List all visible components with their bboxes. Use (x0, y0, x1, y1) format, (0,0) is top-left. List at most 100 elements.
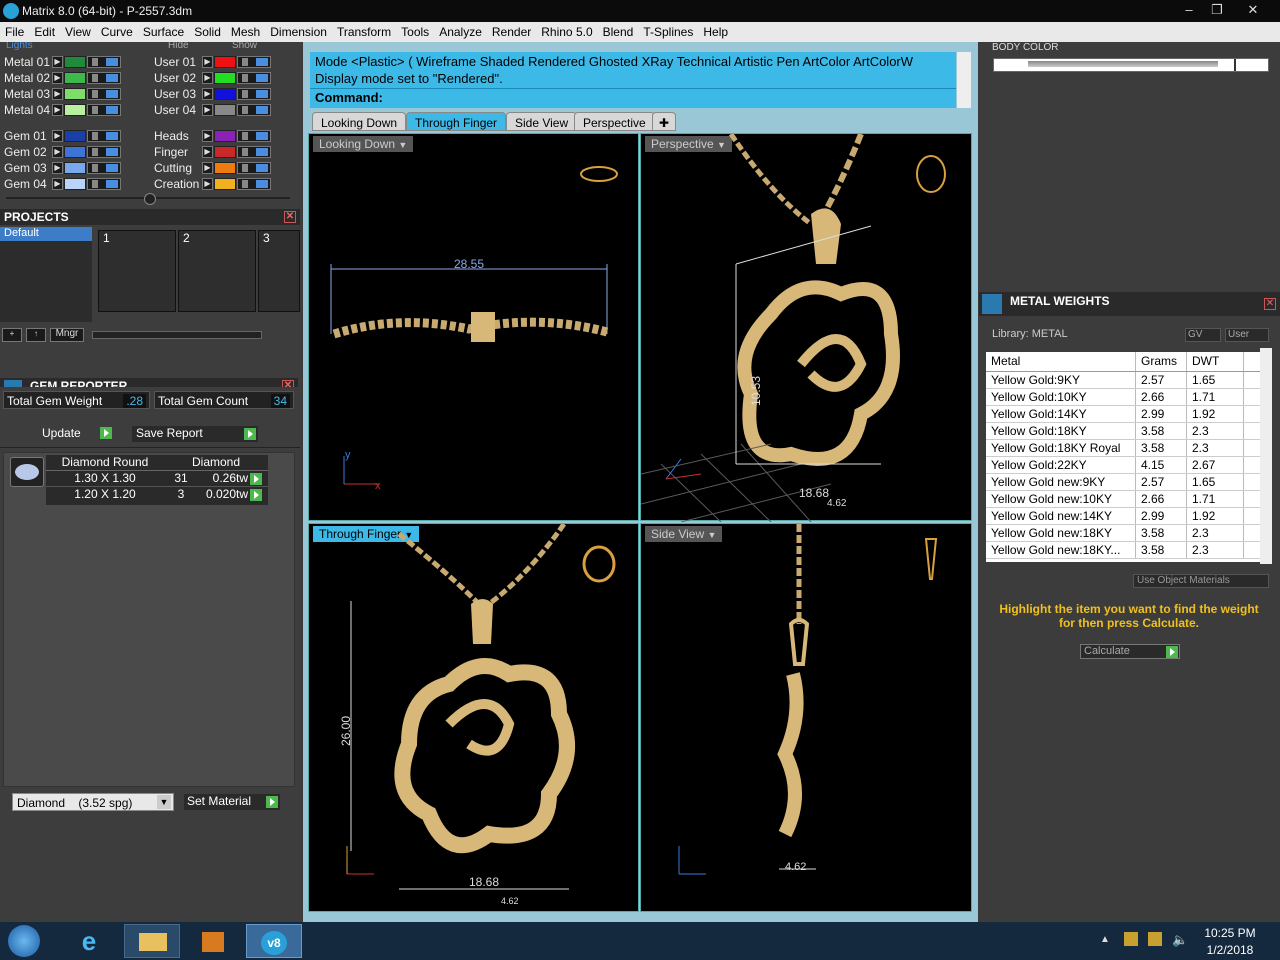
viewport-through-finger[interactable]: Through Finger ▼ 26.00 18.68 4.62 (308, 523, 639, 912)
menu-transform[interactable]: Transform (332, 22, 396, 39)
layer-row[interactable]: Gem 01 ▶ (0, 128, 148, 144)
expand-arrow-icon[interactable]: ▶ (202, 72, 213, 84)
table-row[interactable]: Yellow Gold:18KY Royal 3.58 2.3 (986, 440, 1260, 457)
layer-color-swatch[interactable] (64, 178, 86, 190)
expand-arrow-icon[interactable]: ▶ (52, 72, 63, 84)
menu-view[interactable]: View (60, 22, 96, 39)
table-row[interactable]: Yellow Gold new:9KY 2.57 1.65 (986, 474, 1260, 491)
project-slot-2[interactable]: 2 (178, 230, 256, 312)
table-row[interactable]: Yellow Gold:14KY 2.99 1.92 (986, 406, 1260, 423)
menu-dimension[interactable]: Dimension (265, 22, 332, 39)
volume-icon[interactable]: 🔈 (1172, 932, 1188, 948)
gem-row[interactable]: 1.30 X 1.30 31 0.26tw (46, 471, 268, 487)
layer-row[interactable]: Heads ▶ (150, 128, 298, 144)
menu-edit[interactable]: Edit (29, 22, 60, 39)
layer-toggle[interactable] (237, 72, 271, 84)
menu-analyze[interactable]: Analyze (434, 22, 487, 39)
project-scrollbar[interactable] (92, 331, 262, 339)
layer-toggle[interactable] (87, 72, 121, 84)
layer-color-swatch[interactable] (214, 130, 236, 142)
close-icon[interactable]: ✕ (284, 211, 296, 223)
minimize-icon[interactable]: – (1174, 0, 1204, 20)
close-icon[interactable]: ✕ (1264, 298, 1276, 310)
layer-row[interactable]: Metal 02 ▶ (0, 70, 148, 86)
flag-icon[interactable] (1124, 932, 1138, 946)
start-icon[interactable] (8, 925, 40, 957)
layer-color-swatch[interactable] (214, 56, 236, 68)
command-scrollbar[interactable] (957, 52, 971, 108)
layer-row[interactable]: Gem 02 ▶ (0, 144, 148, 160)
expand-arrow-icon[interactable]: ▶ (52, 130, 63, 142)
table-row[interactable]: Yellow Gold new:10KY 2.66 1.71 (986, 491, 1260, 508)
menu-tsplines[interactable]: T-Splines (638, 22, 698, 39)
layer-row[interactable]: Metal 03 ▶ (0, 86, 148, 102)
layer-toggle[interactable] (237, 88, 271, 100)
menu-rhino[interactable]: Rhino 5.0 (536, 22, 597, 39)
table-row[interactable]: Yellow Gold:18KY 3.58 2.3 (986, 423, 1260, 440)
show-label[interactable]: Show (232, 42, 257, 51)
layer-row[interactable]: Metal 04 ▶ (0, 102, 148, 118)
layer-toggle[interactable] (237, 130, 271, 142)
layer-toggle[interactable] (87, 146, 121, 158)
layer-row[interactable]: User 02 ▶ (150, 70, 298, 86)
layer-color-swatch[interactable] (214, 178, 236, 190)
layer-toggle[interactable] (87, 104, 121, 116)
play-icon[interactable] (250, 489, 262, 501)
layer-color-swatch[interactable] (214, 72, 236, 84)
layer-color-swatch[interactable] (64, 72, 86, 84)
layer-toggle[interactable] (87, 88, 121, 100)
up-arrow-icon[interactable]: ↑ (26, 328, 46, 342)
expand-arrow-icon[interactable]: ▶ (52, 56, 63, 68)
menu-render[interactable]: Render (487, 22, 536, 39)
viewport-side-view[interactable]: Side View ▼ 4.62 (640, 523, 972, 912)
gv-toggle[interactable]: GV (1185, 328, 1221, 342)
layer-row[interactable]: Gem 03 ▶ (0, 160, 148, 176)
table-row[interactable]: Yellow Gold new:18KY... 3.58 2.3 (986, 542, 1260, 559)
expand-arrow-icon[interactable]: ▶ (202, 104, 213, 116)
ie-icon[interactable]: e (72, 926, 106, 956)
material-select[interactable]: Diamond (3.52 spg) ▼ (12, 793, 174, 811)
table-row[interactable]: Yellow Gold new:18KY 3.58 2.3 (986, 525, 1260, 542)
matrix-taskbar-icon[interactable]: v8 (246, 924, 302, 958)
layer-color-swatch[interactable] (214, 88, 236, 100)
body-color-slider[interactable] (993, 58, 1269, 72)
save-report-button[interactable]: Save Report (132, 426, 258, 442)
menu-mesh[interactable]: Mesh (226, 22, 265, 39)
layer-color-swatch[interactable] (214, 146, 236, 158)
table-row[interactable]: Yellow Gold:9KY 2.57 1.65 (986, 372, 1260, 389)
layer-color-swatch[interactable] (64, 56, 86, 68)
layer-row[interactable]: Metal 01 ▶ (0, 54, 148, 70)
expand-arrow-icon[interactable]: ▶ (202, 178, 213, 190)
menu-curve[interactable]: Curve (96, 22, 138, 39)
maximize-icon[interactable]: ❐ (1202, 0, 1232, 20)
layer-color-swatch[interactable] (64, 162, 86, 174)
tab-perspective[interactable]: Perspective (574, 112, 655, 131)
expand-arrow-icon[interactable]: ▶ (52, 162, 63, 174)
layer-toggle[interactable] (237, 146, 271, 158)
tab-through-finger[interactable]: Through Finger (406, 112, 507, 131)
set-material-button[interactable]: Set Material (184, 794, 280, 810)
expand-arrow-icon[interactable]: ▶ (202, 162, 213, 174)
layer-row[interactable]: Creation ▶ (150, 176, 298, 192)
expand-arrow-icon[interactable]: ▶ (202, 130, 213, 142)
project-default[interactable]: Default (0, 227, 92, 241)
layer-color-swatch[interactable] (64, 104, 86, 116)
layer-row[interactable]: User 03 ▶ (150, 86, 298, 102)
expand-arrow-icon[interactable]: ▶ (202, 88, 213, 100)
menu-file[interactable]: File (0, 22, 29, 39)
layer-color-swatch[interactable] (64, 130, 86, 142)
use-object-materials-toggle[interactable]: Use Object Materials (1133, 574, 1269, 588)
tab-side-view[interactable]: Side View (506, 112, 578, 131)
user-toggle[interactable]: User (1225, 328, 1269, 342)
tab-looking-down[interactable]: Looking Down (312, 112, 407, 131)
layer-color-swatch[interactable] (64, 88, 86, 100)
explorer-icon[interactable] (124, 924, 180, 958)
expand-arrow-icon[interactable]: ▶ (202, 146, 213, 158)
calculate-button[interactable]: Calculate (1080, 644, 1180, 659)
menu-help[interactable]: Help (698, 22, 733, 39)
expand-arrow-icon[interactable]: ▶ (202, 56, 213, 68)
table-row[interactable]: Yellow Gold:22KY 4.15 2.67 (986, 457, 1260, 474)
table-row[interactable]: Yellow Gold:10KY 2.66 1.71 (986, 389, 1260, 406)
layer-color-swatch[interactable] (214, 104, 236, 116)
add-project-icon[interactable]: + (2, 328, 22, 342)
